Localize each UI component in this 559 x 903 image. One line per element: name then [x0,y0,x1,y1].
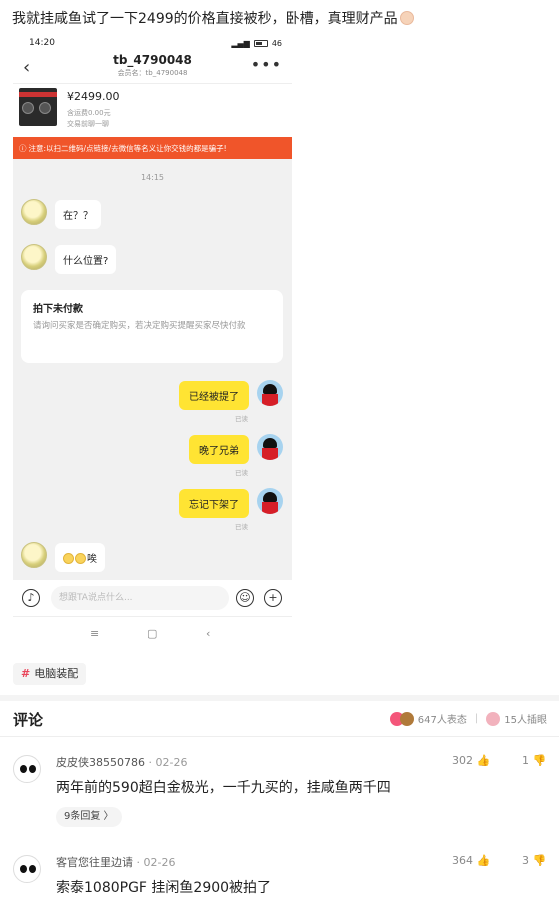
add-icon[interactable]: + [264,589,282,607]
reactions-count: 647人表态 [417,715,467,726]
comment-text: 两年前的590超白金极光，一千九买的，挂咸鱼两千四 [56,780,391,796]
status-bar: 14:20 ▂▄▆ 46 [13,33,292,53]
my-avatar[interactable] [257,488,283,514]
battery-level: 46 [271,38,282,48]
thumb-up-icon[interactable]: 364 👍 [452,854,490,867]
product-card[interactable]: ¥2499.00 含运费0.00元 交易前聊一聊 [13,83,292,137]
comment-avatar[interactable] [13,855,41,883]
system-nav-bar: ≡ ▢ ‹ [13,616,292,653]
thumb-down-icon[interactable]: 1 👎 [522,754,546,767]
topic-tag[interactable]: # 电脑装配 [13,663,87,685]
comment-date: · 02-26 [136,856,176,869]
time-separator: 14:15 [140,173,165,182]
more-icon[interactable]: ••• [251,55,282,74]
my-avatar[interactable] [257,434,283,460]
card-title: 拍下未付款 [33,304,83,315]
message-bubble: 晚了兄弟 [189,435,249,464]
reactions-summary[interactable]: 647人表态 | 15人插眼 [389,711,547,726]
divider-line [0,736,559,737]
eyes-reaction-icon [486,711,501,726]
hashtag-icon: # [21,667,31,680]
warning-icon: ⓘ [19,143,27,153]
read-receipt: 已读 [235,469,248,477]
signal-icon: ▂▄▆ [231,38,250,48]
comment-avatar[interactable] [13,755,41,783]
chat-screenshot: 14:20 ▂▄▆ 46 ‹ tb_4790048 会员名：tb_4790048… [13,33,292,653]
emoji-reaction-icon [399,711,414,726]
comment-user[interactable]: 客官您往里边请 · 02-26 [56,854,175,870]
insert-count: 15人插眼 [504,715,547,726]
back-key-icon[interactable]: ‹ [206,627,210,640]
product-price: ¥2499.00 [67,90,120,103]
message-bubble: 在？？ [55,200,101,229]
home-key-icon[interactable]: ▢ [147,627,157,640]
thumb-up-icon[interactable]: 302 👍 [452,754,490,767]
message-bubble: 唉 [55,543,105,572]
peer-avatar[interactable] [21,244,47,270]
read-receipt: 已读 [235,523,248,531]
my-avatar[interactable] [257,380,283,406]
message-bubble: 已经被提了 [179,381,249,410]
grinning-face-icon [399,11,414,25]
thumb-down-icon[interactable]: 3 👎 [522,854,546,867]
product-shipping: 含运费0.00元 [67,109,111,117]
chat-header: ‹ tb_4790048 会员名：tb_4790048 ••• [13,53,292,83]
message-input[interactable]: 想跟TA说点什么... [51,586,229,610]
comment-user[interactable]: 皮皮侠38550786 · 02-26 [56,754,187,770]
order-status-card: 拍下未付款 请询问买家是否确定购买，若决定购买提醒买家尽快付款 [21,290,283,363]
post-title: 我就挂咸鱼试了一下2499的价格直接被秒，卧槽，真理财产品 [12,8,414,28]
section-divider [0,695,559,701]
battery-icon [253,39,268,47]
menu-key-icon[interactable]: ≡ [90,627,99,640]
comment-text: 索泰1080PGF 挂闲鱼2900被拍了 [56,880,272,896]
card-body: 请询问买家是否确定购买，若决定购买提醒买家尽快付款 [33,321,246,331]
graphics-card-thumbnail [19,88,57,126]
voice-icon[interactable]: ♪ [22,589,40,607]
product-trade-type: 交易前聊一聊 [67,120,109,128]
replies-button[interactable]: 9条回复 〉 [56,807,122,827]
status-time: 14:20 [29,38,55,48]
message-bubble: 忘记下架了 [179,489,249,518]
peer-avatar[interactable] [21,542,47,568]
warning-text: 注意:以扫二维码/点链接/去微信等名义让你交钱的都是骗子! [28,143,227,153]
message-bubble: 什么位置? [55,245,117,274]
topic-tag-label: 电脑装配 [34,667,79,680]
flushed-face-icon [63,553,74,564]
emoji-icon[interactable]: ☺ [236,589,254,607]
message-input-bar: ♪ 想跟TA说点什么... ☺ + [13,580,292,616]
scam-warning-banner: ⓘ 注意:以扫二维码/点链接/去微信等名义让你交钱的都是骗子! [13,137,292,159]
comment-date: · 02-26 [148,756,188,769]
flushed-face-icon [75,553,86,564]
peer-avatar[interactable] [21,199,47,225]
comments-title: 评论 [13,711,44,729]
read-receipt: 已读 [235,415,248,423]
